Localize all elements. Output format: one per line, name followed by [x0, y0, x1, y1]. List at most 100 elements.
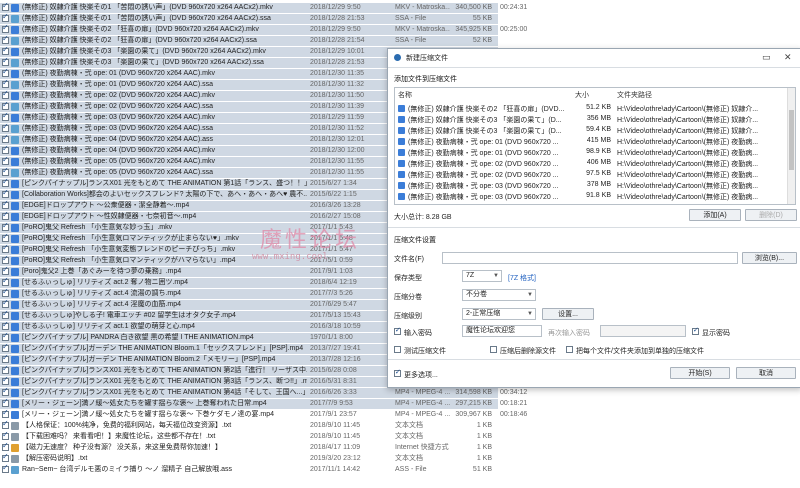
reenter-password-label: 再次输入密码	[548, 330, 590, 337]
file-date: 2016/3/26 13:28	[310, 202, 361, 209]
password-checkbox[interactable]	[394, 326, 401, 335]
file-row-checkbox[interactable]	[2, 89, 9, 99]
file-row-checkbox[interactable]	[2, 441, 9, 451]
volume-select[interactable]: 不分卷 ▼	[462, 289, 536, 301]
file-row-checkbox[interactable]	[2, 78, 9, 88]
table-row[interactable]: (無修正) 夜勤病棟・弐 ope: 03 (DVD 960x720 ... 378…	[395, 180, 787, 191]
show-password-checkbox[interactable]	[692, 326, 699, 335]
filename-input[interactable]	[442, 252, 738, 264]
table-row[interactable]: (無修正) 奴隷介護 快楽その2 「狂喜の扉」(DVD... 51.2 KB H:\…	[395, 103, 787, 114]
file-row-checkbox[interactable]	[2, 45, 9, 55]
scrollbar-thumb[interactable]	[789, 110, 794, 170]
file-row-checkbox[interactable]	[2, 342, 9, 352]
file-row-checkbox[interactable]	[2, 177, 9, 187]
file-row-checkbox[interactable]	[2, 320, 9, 330]
file-row-checkbox[interactable]	[2, 210, 9, 220]
table-row[interactable]: (無修正) 奴隷介護 快楽その3 「楽園の果て」(D... 59.4 KB H:\V…	[395, 125, 787, 136]
file-row-checkbox[interactable]	[2, 331, 9, 341]
password-input[interactable]: 魔性论坛欢迎您	[462, 325, 542, 337]
file-row-checkbox[interactable]	[2, 111, 9, 121]
file-row-checkbox[interactable]	[2, 386, 9, 396]
file-row-checkbox[interactable]	[2, 430, 9, 440]
file-row-checkbox[interactable]	[2, 397, 9, 407]
test-archive-checkbox[interactable]	[394, 346, 401, 353]
file-row[interactable]: 【下载困难吗？ 来看看吧！】来魔性论坛，这些都不存在！.txt 2018/9/10…	[0, 430, 498, 442]
file-row-checkbox[interactable]	[2, 221, 9, 231]
file-table[interactable]: 名称 大小 文件夹路径 (無修正) 奴隷介護 快楽その2 「狂喜の扉」(DVD.…	[394, 87, 796, 205]
table-row[interactable]: (無修正) 夜勤病棟・弐 ope: 02 (DVD 960x720 ... 97.…	[395, 169, 787, 180]
file-row-checkbox[interactable]	[2, 309, 9, 319]
file-row-checkbox[interactable]	[2, 166, 9, 176]
separate-archives-checkbox[interactable]	[566, 346, 573, 353]
file-row-checkbox[interactable]	[2, 133, 9, 143]
file-row[interactable]: [メリー・ジェーン]満ノ緩～処女たちを罐す揺らな褒～ 上巻奪われた日常.mp4 2…	[0, 397, 527, 409]
table-row[interactable]: (無修正) 夜勤病棟・弐 ope: 01 (DVD 960x720 ... 98.…	[395, 147, 787, 158]
file-row[interactable]: 【人格保证：100%纯净，免费的福利网站，每天福位改变资源】.txt 2018/9…	[0, 419, 498, 431]
file-row-checkbox[interactable]	[2, 353, 9, 363]
file-row-checkbox[interactable]	[2, 12, 9, 22]
file-row-checkbox[interactable]	[2, 100, 9, 110]
file-row[interactable]: [ピンクパイナップル]ランスX01 光をもとめて THE ANIMATION 第…	[0, 386, 527, 398]
table-row[interactable]: (無修正) 奴隷介護 快楽その3 「楽園の果て」(D... 356 MB H:\Vi…	[395, 114, 787, 125]
file-row-checkbox[interactable]	[2, 67, 9, 77]
file-row-checkbox[interactable]	[2, 1, 9, 11]
close-icon[interactable]: ✕	[784, 52, 792, 63]
file-row[interactable]: (無修正) 奴隷介護 快楽その1 「苦悶の誘い声」(DVD 960x720 x2…	[0, 12, 498, 24]
file-row[interactable]: Ran~Sem~ 台湾デルモ悪のミイラ捕り ～ノ 溜精子 自己解放哦.ass 20…	[0, 463, 498, 475]
file-row-checkbox[interactable]	[2, 56, 9, 66]
column-path-header[interactable]: 文件夹路径	[617, 90, 652, 100]
file-row-checkbox[interactable]	[2, 144, 9, 154]
file-row-checkbox[interactable]	[2, 232, 9, 242]
format-link[interactable]: [7Z 格式]	[508, 273, 536, 283]
start-button[interactable]: 开始(S)	[670, 367, 730, 379]
level-select[interactable]: 2-正常压缩 ▼	[462, 308, 536, 320]
file-row-checkbox[interactable]	[2, 408, 9, 418]
reenter-password-input[interactable]	[600, 325, 686, 337]
table-scrollbar[interactable]	[787, 88, 795, 204]
save-type-select[interactable]: 7Z ▼	[462, 270, 502, 282]
file-name: (無修正) 夜勤病棟・弐 ope: 04 (DVD 960x720 x264 A…	[22, 136, 214, 143]
delete-source-checkbox[interactable]	[490, 346, 497, 353]
file-row-checkbox[interactable]	[2, 122, 9, 132]
file-row-checkbox[interactable]	[2, 199, 9, 209]
maximize-icon[interactable]: ▭	[762, 52, 771, 63]
video-file-icon	[11, 367, 19, 375]
cancel-button[interactable]: 取消	[736, 367, 796, 379]
file-row[interactable]: (無修正) 奴隷介護 快楽その2 「狂喜の扉」(DVD 960x720 x264…	[0, 23, 527, 35]
file-row-checkbox[interactable]	[2, 364, 9, 374]
file-row-checkbox[interactable]	[2, 375, 9, 385]
more-options-checkbox[interactable]	[394, 368, 401, 377]
file-row-checkbox[interactable]	[2, 188, 9, 198]
file-row-checkbox[interactable]	[2, 452, 9, 462]
column-size-header[interactable]: 大小	[575, 90, 589, 100]
video-file-icon	[11, 411, 19, 419]
add-button[interactable]: 添加(A)	[689, 209, 741, 221]
file-row-checkbox[interactable]	[2, 23, 9, 33]
table-row[interactable]: (無修正) 夜勤病棟・弐 ope: 01 (DVD 960x720 ... 415…	[395, 136, 787, 147]
file-row[interactable]: (無修正) 奴隷介護 快楽その1 「苦悶の誘い声」(DVD 960x720 x2…	[0, 1, 527, 13]
file-row-checkbox[interactable]	[2, 298, 9, 308]
settings-button[interactable]: 设置...	[542, 308, 594, 320]
file-row-checkbox[interactable]	[2, 155, 9, 165]
file-date: 2015/6/22 1:15	[310, 191, 357, 198]
table-row[interactable]: (無修正) 夜勤病棟・弐 ope: 02 (DVD 960x720 ... 406…	[395, 158, 787, 169]
file-row-checkbox[interactable]	[2, 287, 9, 297]
file-row-checkbox[interactable]	[2, 34, 9, 44]
row-path: H:\Video\othre\ady\Cartoon\(無修正) 夜勤病...	[617, 150, 759, 157]
file-row[interactable]: (無修正) 奴隷介護 快楽その2 「狂喜の扉」(DVD 960x720 x264…	[0, 34, 498, 46]
dialog-titlebar[interactable]: 新建压缩文件 ▭ ✕	[388, 49, 800, 67]
table-row[interactable]: (無修正) 夜勤病棟・弐 ope: 03 (DVD 960x720 ... 91.…	[395, 191, 787, 202]
column-name-header[interactable]: 名称	[398, 90, 412, 100]
file-row-checkbox[interactable]	[2, 419, 9, 429]
file-row-checkbox[interactable]	[2, 243, 9, 253]
file-row-checkbox[interactable]	[2, 463, 9, 473]
file-row-checkbox[interactable]	[2, 276, 9, 286]
browse-button[interactable]: 浏览(B)...	[742, 252, 797, 264]
delete-button[interactable]: 删除(D)	[745, 209, 797, 221]
file-row-checkbox[interactable]	[2, 265, 9, 275]
file-row[interactable]: 【磁力无速度？ 种子没有源？ 没关系，来这里免费帮你加速！】 2018/4/17 …	[0, 441, 498, 453]
file-row-checkbox[interactable]	[2, 254, 9, 264]
file-row[interactable]: 【解压密码说明】.txt 2019/3/20 23:12 文本文档 1 KB	[0, 452, 498, 464]
file-row[interactable]: [メリー・ジェーン]満ノ緩～処女たちを罐す揺らな褒～ 下巻ケダモノ達の宴.mp4…	[0, 408, 527, 420]
more-options-label[interactable]: 更多选项...	[404, 370, 438, 380]
